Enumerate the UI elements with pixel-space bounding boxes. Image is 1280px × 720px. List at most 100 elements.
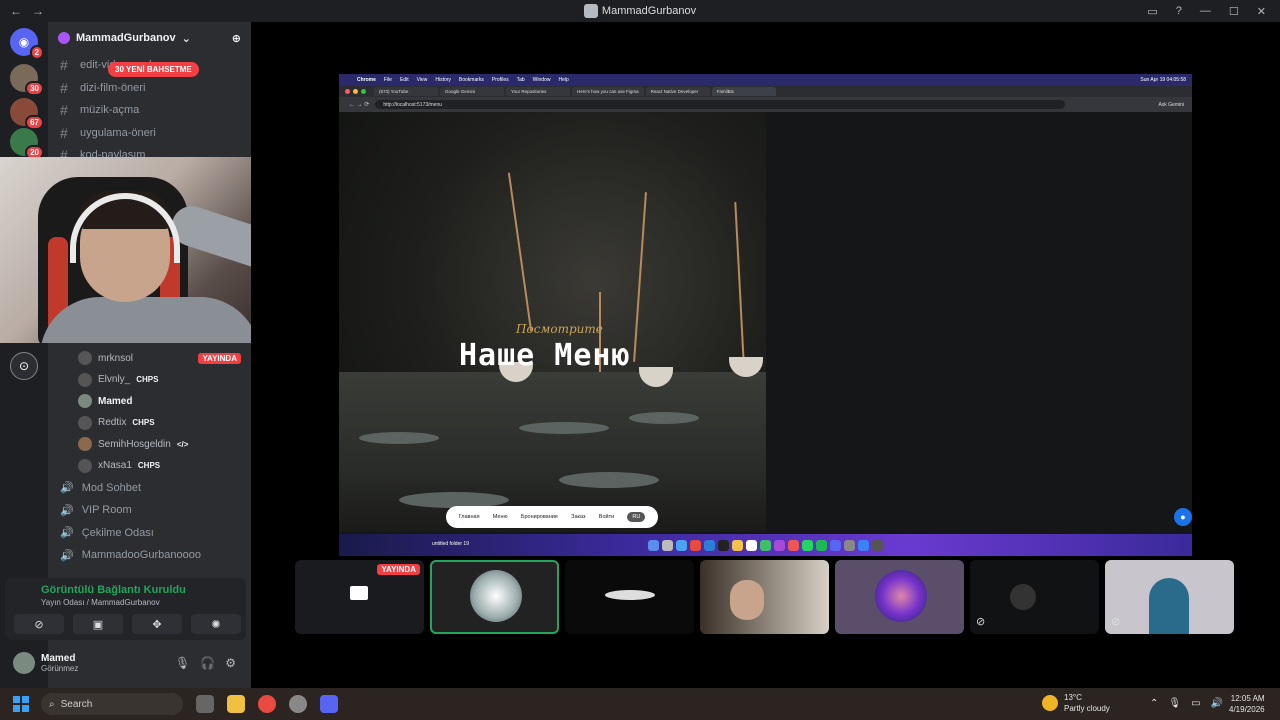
notes-icon[interactable] — [732, 539, 743, 551]
url-input[interactable]: http://localhost:5173/menu — [375, 100, 1066, 109]
window-title: MammadGurbanov — [0, 4, 1280, 18]
inbox-icon[interactable]: ▭ — [1147, 5, 1157, 18]
ask-gemini-button[interactable]: Ask Gemini — [1158, 102, 1192, 108]
obs-icon[interactable] — [289, 695, 307, 713]
chevron-up-icon[interactable]: ⌃ — [1150, 698, 1158, 709]
participant-tile[interactable]: ⊘ — [970, 560, 1099, 634]
notion-icon[interactable] — [746, 539, 757, 551]
nav-link[interactable]: Заказ — [571, 514, 585, 520]
gear-icon[interactable]: ⚙ — [225, 656, 236, 670]
close-button[interactable]: ✕ — [1257, 5, 1266, 18]
voice-member[interactable]: SemihHosgeldin </> — [48, 434, 251, 456]
browser-tab[interactable]: Google Gemini — [440, 87, 504, 96]
avatar[interactable] — [13, 652, 35, 674]
connection-channel[interactable]: Yayın Odası / MammadGurbanov — [41, 598, 160, 607]
server-icon[interactable]: 67 — [10, 98, 44, 130]
chrome-icon[interactable] — [258, 695, 276, 713]
voice-channel-item[interactable]: 🔊 Çekilme Odası — [48, 522, 251, 545]
soundboard-button[interactable]: ✺ — [191, 614, 241, 634]
channel-item[interactable]: # uygulama-öneri — [48, 122, 251, 145]
browser-tab[interactable]: Your Repositories — [506, 87, 570, 96]
user-panel: Mamed Görünmez 🎙 🎧 ⚙ — [5, 644, 246, 682]
settings-icon[interactable] — [844, 539, 855, 551]
channel-item[interactable]: # dizi-film-öneri — [48, 77, 251, 100]
voice-channel-item[interactable]: 🔊 Mod Sohbet — [48, 477, 251, 500]
voice-member[interactable]: mrknsol YAYINDA — [48, 348, 251, 370]
voice-channel-item[interactable]: 🔊 VIP Room — [48, 499, 251, 522]
whatsapp-icon[interactable] — [802, 539, 813, 551]
server-icon[interactable]: 20 — [10, 128, 44, 160]
shared-screen[interactable]: Chrome File Edit View History Bookmarks … — [339, 74, 1192, 556]
microphone-icon[interactable]: 🎙 — [1168, 698, 1181, 709]
music-icon[interactable] — [788, 539, 799, 551]
voice-member[interactable]: Redtix CHPS — [48, 412, 251, 434]
participant-tile[interactable] — [430, 560, 559, 634]
microphone-icon[interactable]: 🎙 — [175, 656, 190, 670]
nav-link[interactable]: Войти — [599, 514, 614, 520]
browser-tab[interactable]: React Native Developer — [645, 87, 710, 96]
browser-tab[interactable]: Here's how you can use Figma — [572, 87, 644, 96]
back-button[interactable]: ← — [10, 4, 22, 18]
start-button[interactable] — [13, 696, 29, 712]
new-mentions-pill[interactable]: 30 YENİ BAHSETME — [108, 62, 199, 77]
messages-icon[interactable] — [760, 539, 771, 551]
voice-member[interactable]: Elvnly_ CHPS — [48, 369, 251, 391]
headphones-icon[interactable]: 🎧 — [200, 656, 215, 670]
chat-fab[interactable]: ● — [1174, 508, 1192, 526]
volume-icon[interactable]: 🔊 — [1211, 698, 1223, 709]
discord-icon[interactable] — [320, 695, 338, 713]
voice-channel-item[interactable]: 🔊 MammadooGurbanoooo — [48, 544, 251, 567]
voice-member[interactable]: Mamed — [48, 391, 251, 413]
safari-icon[interactable] — [676, 539, 687, 551]
participant-tile[interactable]: ⊘ — [1105, 560, 1234, 634]
activities-button[interactable]: ✥ — [132, 614, 182, 634]
file-explorer-icon[interactable] — [227, 695, 245, 713]
browser-tab[interactable]: (673) YouTube — [374, 87, 438, 96]
connection-status: Görüntülü Bağlantı Kuruldu — [41, 584, 186, 596]
voice-member[interactable]: xNasa1 CHPS — [48, 455, 251, 477]
channel-item[interactable]: # müzik-açma — [48, 99, 251, 122]
stream-tile[interactable]: YAYINDA — [295, 560, 424, 634]
taskbar-search[interactable]: ⌕ Search — [41, 693, 183, 715]
participant-tile[interactable] — [700, 560, 829, 634]
launchpad-icon[interactable] — [662, 539, 673, 551]
nav-link[interactable]: Меню — [493, 514, 508, 520]
figma-icon[interactable] — [774, 539, 785, 551]
finder-icon[interactable] — [648, 539, 659, 551]
screen-share-button[interactable]: ▣ — [73, 614, 123, 634]
live-badge: YAYINDA — [377, 564, 420, 575]
window-titlebar: ← → MammadGurbanov ▭ ? — ☐ ✕ — [0, 0, 1280, 22]
server-icon[interactable]: 30 — [10, 64, 44, 96]
vscode-icon[interactable] — [704, 539, 715, 551]
nav-link[interactable]: Главная — [459, 514, 480, 520]
task-view-icon[interactable] — [196, 695, 214, 713]
language-toggle[interactable]: RU — [627, 512, 646, 522]
participant-tile[interactable] — [835, 560, 964, 634]
chrome-icon[interactable] — [690, 539, 701, 551]
nav-link[interactable]: Бронирование — [521, 514, 558, 520]
weather-widget[interactable]: 13°C Partly cloudy — [1042, 692, 1110, 714]
guild-header[interactable]: MammadGurbanov ⌄ ⊕ — [48, 22, 251, 54]
browser-tab[interactable]: FamilBis — [711, 87, 776, 96]
help-icon[interactable]: ? — [1176, 5, 1182, 17]
minimize-button[interactable]: — — [1200, 5, 1211, 17]
discord-icon[interactable] — [830, 539, 841, 551]
add-member-icon[interactable]: ⊕ — [232, 32, 241, 45]
clock[interactable]: 12:05 AM 4/19/2026 — [1229, 693, 1265, 715]
hash-icon: # — [60, 57, 68, 74]
avatar — [875, 570, 927, 622]
trash-icon[interactable] — [872, 539, 883, 551]
guild-tag: CHPS — [136, 375, 159, 385]
app-store-icon[interactable] — [858, 539, 869, 551]
camera-off-button[interactable]: ⊘ — [14, 614, 64, 634]
nav-icons[interactable]: ← → ⟳ — [349, 101, 369, 108]
participant-tile[interactable] — [565, 560, 694, 634]
forward-button[interactable]: → — [32, 4, 44, 18]
home-button[interactable]: ◉ 2 — [10, 28, 44, 60]
terminal-icon[interactable] — [718, 539, 729, 551]
network-icon[interactable]: ▭ — [1191, 698, 1200, 709]
guild-tag: CHPS — [137, 461, 161, 471]
discover-icon[interactable]: ⊙ — [10, 352, 38, 380]
spotify-icon[interactable] — [816, 539, 827, 551]
maximize-button[interactable]: ☐ — [1229, 5, 1239, 18]
